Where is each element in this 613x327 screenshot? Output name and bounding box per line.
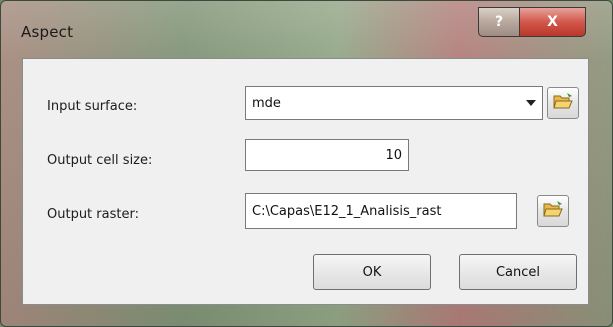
dialog-client-area: Input surface: mde Output cell size: 10 …: [22, 58, 589, 305]
cancel-button[interactable]: Cancel: [459, 254, 577, 290]
input-surface-browse-button[interactable]: [547, 87, 579, 119]
input-surface-combobox[interactable]: mde: [245, 86, 543, 120]
dialog-window: Aspect ? X Input surface: mde Output cel…: [0, 0, 613, 327]
output-cell-size-label: Output cell size:: [47, 153, 153, 168]
output-raster-label: Output raster:: [47, 207, 139, 222]
input-surface-value: mde: [252, 95, 281, 111]
output-raster-browse-button[interactable]: [537, 195, 569, 227]
output-cell-size-input[interactable]: 10: [245, 139, 409, 171]
help-button[interactable]: ?: [478, 7, 520, 37]
help-icon: ?: [494, 14, 504, 30]
output-raster-value: C:\Capas\E12_1_Analisis_rast: [252, 203, 442, 219]
close-button[interactable]: X: [520, 7, 586, 37]
output-cell-size-value: 10: [385, 147, 402, 163]
caption-buttons: ? X: [478, 7, 586, 37]
folder-open-icon: [543, 200, 563, 222]
chevron-down-icon[interactable]: [522, 89, 540, 117]
close-icon: X: [547, 14, 558, 30]
output-raster-input[interactable]: C:\Capas\E12_1_Analisis_rast: [245, 193, 517, 229]
input-surface-label: Input surface:: [47, 99, 138, 114]
window-title: Aspect: [21, 23, 74, 41]
ok-button[interactable]: OK: [313, 254, 431, 290]
folder-open-icon: [553, 92, 573, 114]
